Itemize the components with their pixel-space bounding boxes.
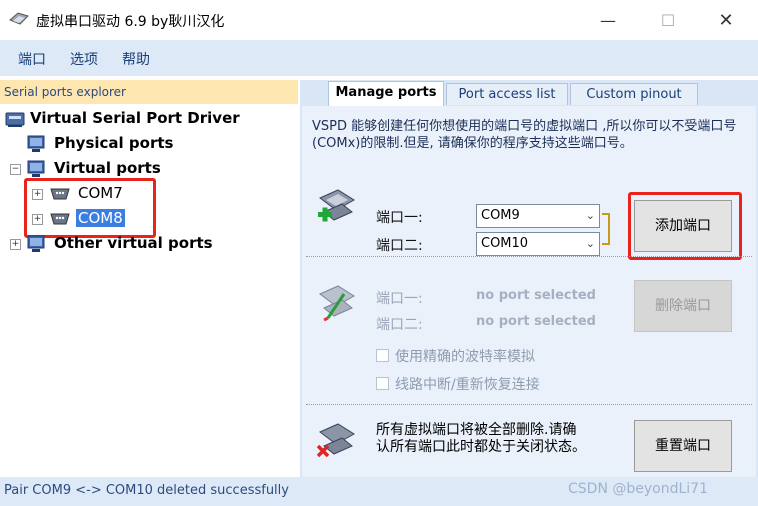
close-button[interactable]: ✕ [698,0,754,40]
chevron-down-icon: ⌄ [585,209,595,222]
section-divider [306,404,752,405]
expand-other-toggle[interactable]: + [10,239,21,250]
menu-port[interactable]: 端口 [18,49,46,69]
maximize-button[interactable]: ☐ [640,0,696,40]
minimize-button[interactable]: — [580,0,636,40]
line-reconnect-checkbox[interactable]: 线路中断/重新恢复连接 [376,374,540,394]
add-section: 端口一: 端口二: COM9 ⌄ COM10 ⌄ 添加端口 [302,166,756,260]
add-port1-label: 端口一: [376,210,423,226]
description-text: VSPD 能够创建任何你想使用的端口号的虚拟端口 ,所以你可以不受端口号(COM… [312,119,737,151]
explorer-header: Serial ports explorer [0,80,298,104]
menu-bar: 端口 选项 帮助 [0,40,758,76]
tree-virtual-label: Virtual ports [54,159,161,177]
driver-icon [5,112,25,127]
monitor-icon [27,160,45,177]
baud-emulation-checkbox[interactable]: 使用精确的波特率模拟 [376,346,535,366]
port2-select[interactable]: COM10 ⌄ [476,232,600,256]
baud-emulation-label: 使用精确的波特率模拟 [395,349,535,365]
status-text: Pair COM9 <-> COM10 deleted successfully [4,483,289,498]
delete-port1-label: 端口一: [376,291,423,307]
manage-panel: Manage ports Port access list Custom pin… [300,80,758,477]
menu-options[interactable]: 选项 [70,49,98,69]
annotation-box [628,192,742,260]
tree-physical-label: Physical ports [54,134,174,152]
line-reconnect-label: 线路中断/重新恢复连接 [395,377,540,393]
tree-root-label: Virtual Serial Port Driver [30,109,240,127]
port1-value: COM9 [481,208,520,223]
checkbox-box [376,349,389,362]
reset-description: 所有虚拟端口将被全部删除.请确认所有端口此时都处于关闭状态。 [376,422,586,455]
monitor-icon [27,235,45,252]
menu-help[interactable]: 帮助 [122,49,150,69]
add-port-icon [318,189,355,222]
pair-bracket [602,213,610,245]
tab-port-access-list[interactable]: Port access list [446,83,568,105]
serial-ports-explorer: Serial ports explorer Virtual Serial Por… [0,80,300,477]
delete-port-icon [319,285,355,322]
reset-ports-button[interactable]: 重置端口 [634,420,732,472]
tab-content: VSPD 能够创建任何你想使用的端口号的虚拟端口 ,所以你可以不受端口号(COM… [302,106,756,477]
chevron-down-icon: ⌄ [585,237,595,250]
title-bar: 虚拟串口驱动 6.9 by耿川汉化 — ☐ ✕ [0,0,758,40]
port1-select[interactable]: COM9 ⌄ [476,204,600,228]
tab-manage-ports[interactable]: Manage ports [328,81,444,106]
annotation-box [24,178,156,238]
delete-port1-value: no port selected [476,288,596,303]
section-divider [306,256,752,257]
tree-other-label: Other virtual ports [54,234,213,252]
reset-ports-icon [316,423,355,458]
watermark: CSDN @beyondLi71 [568,481,708,497]
monitor-icon [27,135,45,152]
app-connector-icon [9,12,29,25]
port2-value: COM10 [481,236,529,251]
add-port2-label: 端口二: [376,238,423,254]
delete-port-button[interactable]: 删除端口 [634,280,732,332]
tab-custom-pinout[interactable]: Custom pinout [570,83,698,105]
checkbox-box [376,377,389,390]
status-bar: Pair COM9 <-> COM10 deleted successfully… [0,477,758,506]
delete-port2-value: no port selected [476,314,596,329]
collapse-virtual-toggle[interactable]: − [10,164,21,175]
reset-section: 所有虚拟端口将被全部删除.请确认所有端口此时都处于关闭状态。 重置端口 [302,412,756,476]
delete-section: 端口一: 端口二: no port selected no port selec… [302,258,756,398]
window-title: 虚拟串口驱动 6.9 by耿川汉化 [36,14,225,30]
delete-port2-label: 端口二: [376,317,423,333]
